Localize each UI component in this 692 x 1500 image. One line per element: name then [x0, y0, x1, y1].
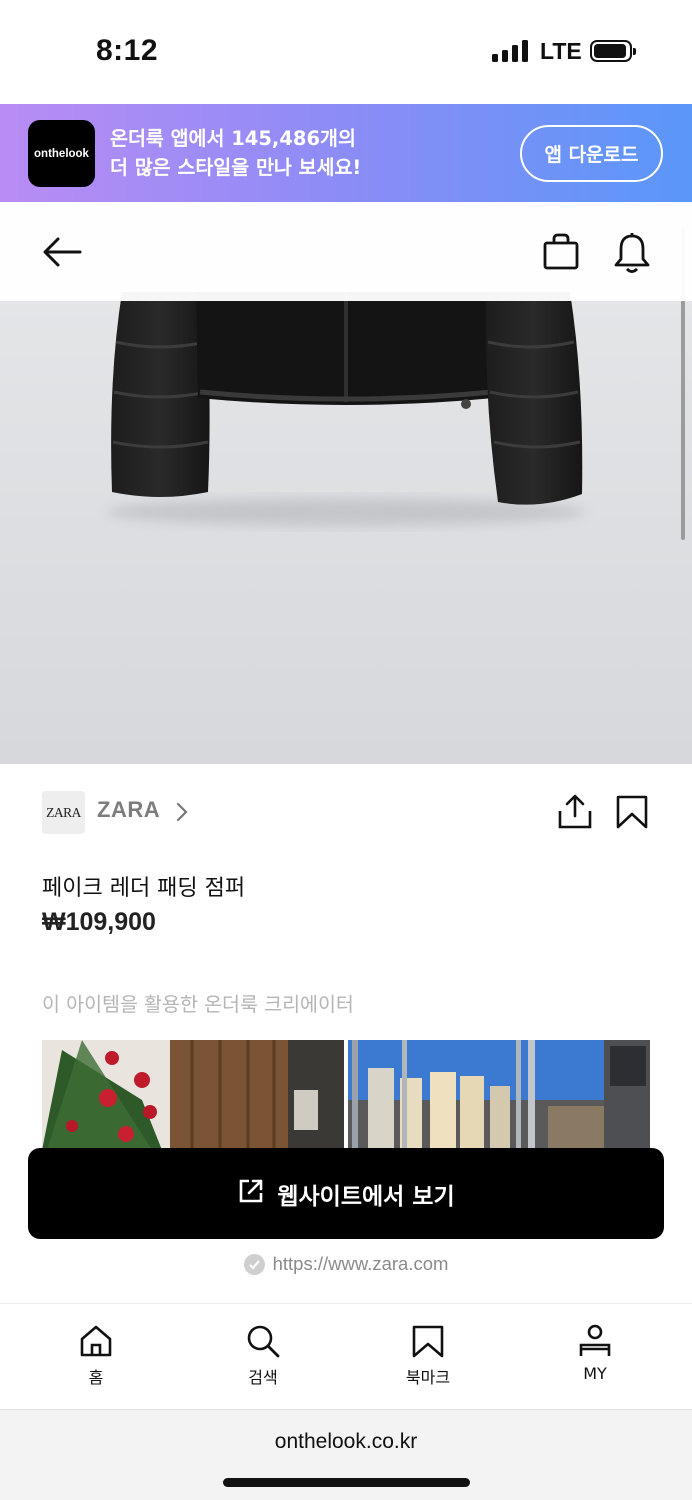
home-icon — [80, 1325, 112, 1357]
browser-url-bar[interactable]: onthelook.co.kr — [0, 1409, 692, 1500]
tab-home-label: 홈 — [88, 1368, 104, 1387]
status-bar: 8:12 LTE — [0, 0, 692, 104]
bookmark-icon — [412, 1325, 444, 1358]
banner-line-2: 더 많은 스타일을 만나 보세요! — [110, 156, 362, 179]
shopping-bag-icon[interactable] — [541, 232, 581, 276]
banner-line-1: 온더룩 앱에서 145,486개의 — [110, 127, 356, 150]
signal-icon — [492, 40, 528, 62]
creator-thumbnail-list — [42, 1040, 650, 1150]
user-icon — [579, 1324, 611, 1356]
tab-my[interactable]: MY — [545, 1324, 645, 1383]
onthelook-logo: onthelook — [28, 120, 95, 187]
creator-section-title: 이 아이템을 활용한 온더룩 크리에이터 — [42, 993, 354, 1016]
app-download-banner[interactable]: onthelook 온더룩 앱에서 145,486개의 더 많은 스타일을 만나… — [0, 104, 692, 202]
tab-search-label: 검색 — [248, 1368, 278, 1387]
tab-bookmark-label: 북마크 — [405, 1368, 451, 1387]
search-icon — [247, 1325, 280, 1358]
app-download-button[interactable]: 앱 다운로드 — [520, 125, 663, 182]
site-url: https://www.zara.com — [272, 1253, 449, 1274]
view-website-button[interactable]: 웹사이트에서 보기 — [28, 1148, 664, 1239]
site-link[interactable]: https://www.zara.com — [0, 1250, 692, 1278]
brand-name[interactable]: ZARA — [97, 797, 160, 823]
arrow-left-icon[interactable] — [40, 234, 84, 274]
share-icon[interactable] — [557, 794, 593, 834]
external-link-icon — [237, 1177, 265, 1211]
bell-icon[interactable] — [612, 232, 652, 278]
tab-search[interactable]: 검색 — [213, 1324, 313, 1388]
tab-home[interactable]: 홈 — [46, 1324, 146, 1388]
battery-icon — [590, 40, 636, 62]
banner-message: 온더룩 앱에서 145,486개의 더 많은 스타일을 만나 보세요! — [110, 124, 361, 182]
creator-thumbnail[interactable] — [348, 1040, 650, 1150]
home-indicator[interactable] — [223, 1478, 470, 1487]
top-nav — [0, 202, 692, 301]
network-label: LTE — [540, 38, 582, 64]
status-time: 8:12 — [96, 34, 159, 67]
bottom-tab-bar: 홈 검색 북마크 MY — [0, 1303, 692, 1409]
check-icon — [243, 1253, 265, 1275]
bookmark-icon[interactable] — [615, 794, 649, 834]
product-name: 페이크 레더 패딩 점퍼 — [42, 876, 246, 901]
tab-my-label: MY — [583, 1364, 607, 1383]
tab-bookmark[interactable]: 북마크 — [378, 1324, 478, 1388]
product-price: ₩109,900 — [42, 908, 156, 936]
view-website-label: 웹사이트에서 보기 — [277, 1183, 455, 1210]
chevron-right-icon[interactable] — [175, 801, 189, 827]
brand-logo[interactable]: ZARA — [42, 791, 85, 834]
browser-url[interactable]: onthelook.co.kr — [0, 1430, 692, 1454]
creator-thumbnail[interactable] — [42, 1040, 344, 1150]
